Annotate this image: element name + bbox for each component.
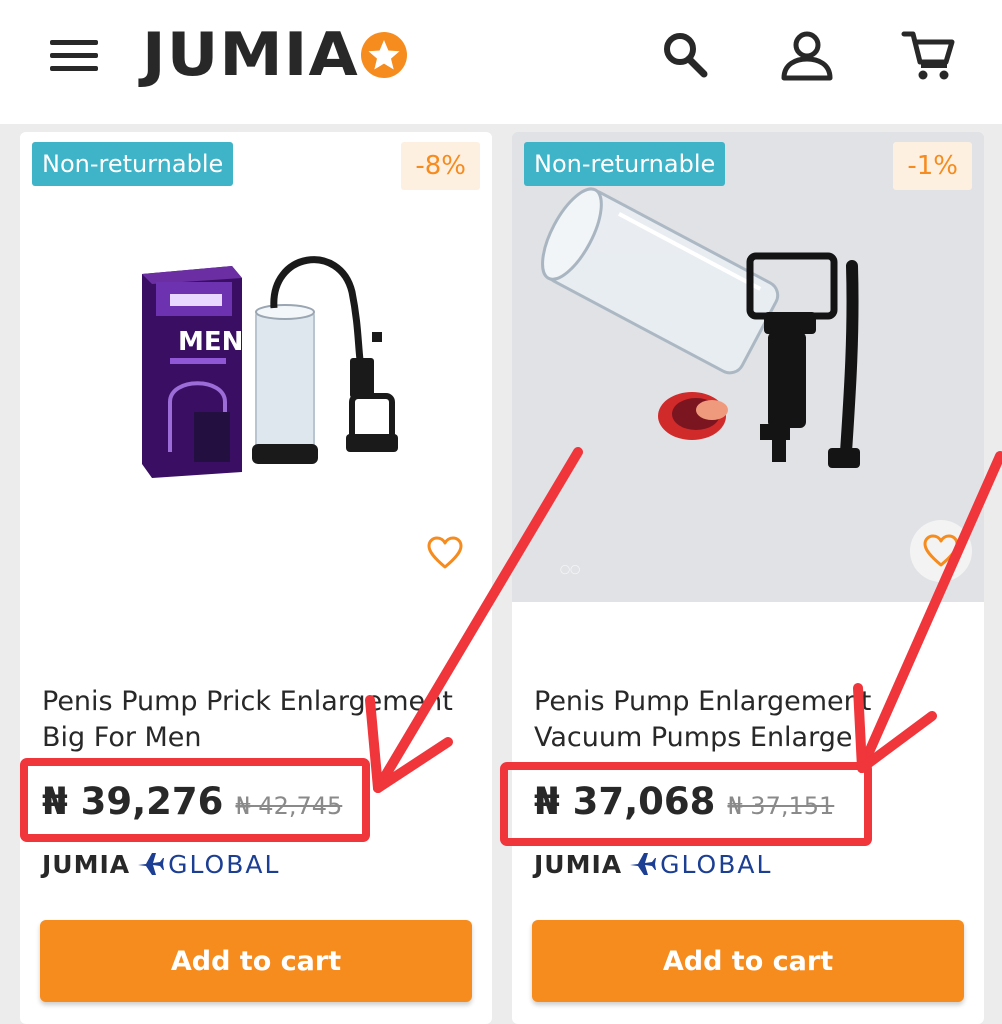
non-returnable-badge: Non-returnable (32, 142, 234, 186)
user-icon[interactable] (778, 26, 836, 84)
price-row: ₦ 39,276 ₦ 42,745 (42, 780, 342, 823)
airplane-icon (138, 853, 165, 875)
cart-icon[interactable] (900, 26, 958, 84)
current-price: ₦ 39,276 (42, 780, 224, 823)
wishlist-heart-icon[interactable] (910, 520, 972, 582)
jumia-logo[interactable]: JUMIA (142, 22, 409, 88)
product-title[interactable]: Penis Pump Enlargement Vacuum Pumps Enla… (534, 684, 970, 756)
logo-star-icon (360, 32, 407, 78)
product-photo: MEN (142, 256, 398, 478)
non-returnable-badge: Non-returnable (524, 142, 726, 186)
add-to-cart-button[interactable]: Add to cart (532, 920, 964, 1002)
product-image[interactable]: ◯◯ Non-returnable -1% (512, 132, 984, 602)
old-price: ₦ 37,151 (727, 792, 835, 820)
search-icon[interactable] (656, 26, 714, 84)
old-price: ₦ 42,745 (235, 792, 343, 820)
discount-badge: -1% (893, 142, 972, 190)
discount-badge: -8% (401, 142, 480, 190)
jumia-global-logo: JUMIA GLOBAL (42, 844, 280, 884)
global-brand-text: JUMIA (42, 849, 131, 879)
global-program-text: GLOBAL (168, 849, 281, 879)
svg-text:MEN: MEN (178, 327, 243, 357)
wishlist-heart-icon[interactable] (416, 524, 474, 582)
add-to-cart-button[interactable]: Add to cart (40, 920, 472, 1002)
product-card[interactable]: MEN Non-returnable -8% Penis Pump Prick … (20, 132, 492, 1024)
airplane-icon (630, 853, 657, 875)
jumia-global-logo: JUMIA GLOBAL (534, 844, 772, 884)
product-photo: ◯◯ (512, 132, 984, 602)
current-price: ₦ 37,068 (534, 780, 716, 823)
global-program-text: GLOBAL (660, 849, 773, 879)
svg-text:◯◯: ◯◯ (560, 565, 580, 575)
hamburger-menu-icon[interactable] (50, 40, 98, 72)
price-row: ₦ 37,068 ₦ 37,151 (534, 780, 834, 823)
top-header: JUMIA (0, 0, 1002, 124)
logo-text: JUMIA (142, 20, 359, 90)
product-card[interactable]: ◯◯ Non-returnable -1% Penis Pump Enlarge… (512, 132, 984, 1024)
product-title[interactable]: Penis Pump Prick Enlargement Big For Men (42, 684, 478, 756)
global-brand-text: JUMIA (534, 849, 623, 879)
product-image[interactable]: MEN Non-returnable -8% (20, 132, 492, 602)
